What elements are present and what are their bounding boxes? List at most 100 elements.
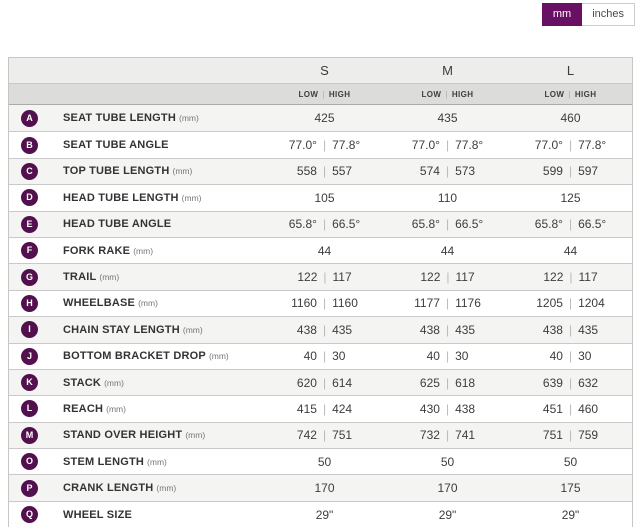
value-cell-s: 77.0°|77.8° (263, 138, 386, 152)
measurement-value: 40 (304, 349, 317, 363)
table-row: G TRAIL (mm) 122|117 122|117 122|117 (9, 263, 632, 289)
value-cell-m: 435 (386, 111, 509, 125)
row-unit: (mm) (133, 246, 153, 256)
table-row: H WHEELBASE (mm) 1160|1160 1177|1176 120… (9, 290, 632, 316)
measurement-value: 122 (297, 270, 317, 284)
value-cell-m: 625|618 (386, 376, 509, 390)
row-letter-badge: M (21, 427, 38, 444)
inches-toggle-button[interactable]: inches (582, 3, 635, 26)
value-cell-l: 65.8°|66.5° (509, 217, 632, 231)
value-cell-m: 574|573 (386, 164, 509, 178)
measurement-label-cell: M STAND OVER HEIGHT (mm) (9, 427, 263, 444)
value-cell-m: 122|117 (386, 270, 509, 284)
row-letter-badge: I (21, 321, 38, 338)
measurement-value: 424 (332, 402, 352, 416)
row-label: WHEEL SIZE (63, 509, 132, 521)
value-cell-m: 29" (386, 508, 509, 522)
row-letter-badge: F (21, 242, 38, 259)
value-cell-s: 558|557 (263, 164, 386, 178)
low-high-header-m: LOW|HIGH (386, 90, 509, 99)
measurement-value: 751 (543, 428, 563, 442)
measurement-value: 44 (318, 244, 331, 258)
pipe-separator: | (323, 217, 326, 231)
measurement-value: 732 (420, 428, 440, 442)
measurement-value: 77.0° (535, 138, 563, 152)
value-cell-s: 1160|1160 (263, 296, 386, 310)
measurement-value: 29" (316, 508, 334, 522)
row-letter-badge: P (21, 480, 38, 497)
row-label: TOP TUBE LENGTH (63, 165, 170, 177)
row-letter-badge: J (21, 348, 38, 365)
row-label: CRANK LENGTH (63, 482, 153, 494)
measurement-value: 1176 (455, 296, 481, 310)
measurement-value: 1160 (332, 296, 358, 310)
pipe-separator: | (446, 428, 449, 442)
pipe-separator: | (323, 323, 326, 337)
measurement-value: 110 (438, 191, 457, 205)
measurement-value: 50 (441, 455, 454, 469)
value-cell-m: 170 (386, 481, 509, 495)
row-unit: (mm) (183, 325, 203, 335)
measurement-value: 50 (318, 455, 331, 469)
row-unit: (mm) (104, 378, 124, 388)
measurement-value: 122 (420, 270, 440, 284)
measurement-label-cell: B SEAT TUBE ANGLE (9, 137, 263, 154)
measurement-value: 125 (560, 191, 580, 205)
measurement-value: 175 (560, 481, 580, 495)
row-label: HEAD TUBE LENGTH (63, 192, 179, 204)
measurement-value: 77.8° (455, 138, 483, 152)
pipe-separator: | (569, 323, 572, 337)
pipe-separator: | (322, 90, 324, 99)
measurement-value: 105 (314, 191, 334, 205)
mm-toggle-button[interactable]: mm (542, 3, 582, 26)
measurement-value: 618 (455, 376, 475, 390)
value-cell-s: 438|435 (263, 323, 386, 337)
row-letter-badge: Q (21, 506, 38, 523)
pipe-separator: | (445, 90, 447, 99)
row-unit: (mm) (173, 166, 193, 176)
table-row: D HEAD TUBE LENGTH (mm) 105 110 125 (9, 184, 632, 210)
measurement-value: 44 (564, 244, 577, 258)
pipe-separator: | (446, 402, 449, 416)
measurement-label-cell: F FORK RAKE (mm) (9, 242, 263, 259)
pipe-separator: | (569, 296, 572, 310)
measurement-value: 573 (455, 164, 475, 178)
pipe-separator: | (569, 349, 572, 363)
measurement-value: 170 (314, 481, 334, 495)
measurement-value: 1204 (578, 296, 605, 310)
measurement-value: 40 (427, 349, 440, 363)
size-header-m: M (386, 63, 509, 78)
value-cell-l: 639|632 (509, 376, 632, 390)
table-row: Q WHEEL SIZE 29" 29" 29" (9, 501, 632, 527)
measurement-value: 438 (543, 323, 563, 337)
pipe-separator: | (446, 138, 449, 152)
row-letter-badge: C (21, 163, 38, 180)
measurement-value: 741 (455, 428, 475, 442)
table-row: K STACK (mm) 620|614 625|618 639|632 (9, 369, 632, 395)
row-label: STAND OVER HEIGHT (63, 429, 182, 441)
value-cell-l: 122|117 (509, 270, 632, 284)
measurement-value: 460 (560, 111, 580, 125)
measurement-value: 451 (543, 402, 563, 416)
value-cell-l: 1205|1204 (509, 296, 632, 310)
measurement-label-cell: P CRANK LENGTH (mm) (9, 480, 263, 497)
row-label: TRAIL (63, 271, 96, 283)
low-high-header-row: LOW|HIGH LOW|HIGH LOW|HIGH (9, 83, 632, 105)
measurement-value: 557 (332, 164, 352, 178)
value-cell-l: 460 (509, 111, 632, 125)
pipe-separator: | (323, 296, 326, 310)
pipe-separator: | (323, 349, 326, 363)
row-unit: (mm) (209, 351, 229, 361)
measurement-value: 65.8° (289, 217, 317, 231)
measurement-value: 30 (332, 349, 345, 363)
measurement-label-cell: C TOP TUBE LENGTH (mm) (9, 163, 263, 180)
value-cell-s: 620|614 (263, 376, 386, 390)
row-label: REACH (63, 403, 103, 415)
pipe-separator: | (323, 164, 326, 178)
measurement-value: 620 (297, 376, 317, 390)
table-row: B SEAT TUBE ANGLE 77.0°|77.8° 77.0°|77.8… (9, 131, 632, 157)
table-row: P CRANK LENGTH (mm) 170 170 175 (9, 474, 632, 500)
row-label: HEAD TUBE ANGLE (63, 218, 171, 230)
measurement-value: 435 (437, 111, 457, 125)
value-cell-m: 110 (386, 191, 509, 205)
